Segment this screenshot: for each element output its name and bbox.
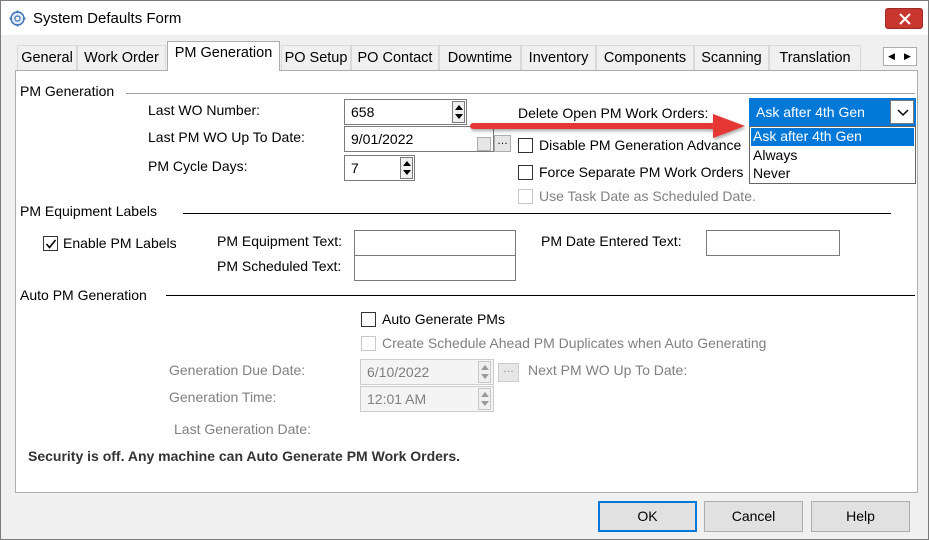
system-defaults-window: System Defaults Form General Work Order … xyxy=(0,0,929,540)
pm-equipment-text-label: PM Equipment Text: xyxy=(217,233,343,249)
generation-due-date-spinner[interactable] xyxy=(478,361,491,383)
generation-time-field[interactable]: 12:01 AM xyxy=(360,386,494,412)
next-pm-wo-up-to-date-label: Next PM WO Up To Date: xyxy=(528,362,688,378)
pm-generation-section-title: PM Generation xyxy=(20,83,115,99)
option-ask-after-4th-gen[interactable]: Ask after 4th Gen xyxy=(751,128,914,146)
help-button[interactable]: Help xyxy=(811,501,910,532)
delete-open-pm-select[interactable]: Ask after 4th Gen xyxy=(749,98,916,126)
tab-pm-generation[interactable]: PM Generation xyxy=(167,41,280,71)
section-divider xyxy=(183,213,891,214)
force-separate-label: Force Separate PM Work Orders xyxy=(539,164,744,180)
security-message: Security is off. Any machine can Auto Ge… xyxy=(28,448,461,464)
chevron-left-icon[interactable]: ◀ xyxy=(888,51,895,62)
last-wo-number-field[interactable]: 658 xyxy=(344,99,467,125)
dropdown-button[interactable] xyxy=(890,100,914,124)
window-title: System Defaults Form xyxy=(33,10,182,27)
close-button[interactable] xyxy=(885,8,923,29)
tab-general[interactable]: General xyxy=(17,45,77,71)
last-wo-number-spinner[interactable] xyxy=(452,101,465,123)
pm-date-entered-text-field[interactable] xyxy=(706,230,840,256)
ellipsis-button[interactable]: … xyxy=(498,363,519,382)
last-pm-wo-date-label: Last PM WO Up To Date: xyxy=(148,129,305,145)
tab-po-setup[interactable]: PO Setup xyxy=(281,45,351,71)
auto-generate-pms-checkbox[interactable] xyxy=(361,312,376,327)
force-separate-checkbox[interactable] xyxy=(518,165,533,180)
use-task-date-checkbox[interactable] xyxy=(518,189,533,204)
tab-scanning[interactable]: Scanning xyxy=(694,45,769,71)
tab-inventory[interactable]: Inventory xyxy=(521,45,596,71)
title-bar: System Defaults Form xyxy=(1,1,928,35)
tab-components[interactable]: Components xyxy=(596,45,694,71)
auto-generate-pms-label: Auto Generate PMs xyxy=(382,311,505,327)
section-divider xyxy=(126,93,915,94)
auto-pm-generation-section-title: Auto PM Generation xyxy=(20,287,147,303)
pm-equipment-text-field[interactable] xyxy=(354,230,516,256)
pm-scheduled-text-field[interactable] xyxy=(354,255,516,281)
tab-pm-generation-label: PM Generation xyxy=(174,45,273,61)
delete-open-pm-options: Ask after 4th Gen Always Never xyxy=(749,126,916,184)
create-schedule-ahead-label: Create Schedule Ahead PM Duplicates when… xyxy=(382,335,767,351)
annotation-arrow-icon xyxy=(470,114,745,138)
option-always[interactable]: Always xyxy=(751,147,914,165)
ok-button[interactable]: OK xyxy=(598,501,697,532)
pm-equipment-labels-section-title: PM Equipment Labels xyxy=(20,203,157,219)
checkmark-icon xyxy=(45,239,57,249)
pm-cycle-days-label: PM Cycle Days: xyxy=(148,158,248,174)
last-wo-number-label: Last WO Number: xyxy=(148,102,261,118)
create-schedule-ahead-checkbox[interactable] xyxy=(361,336,376,351)
pm-scheduled-text-label: PM Scheduled Text: xyxy=(217,258,342,274)
close-icon xyxy=(899,13,911,25)
pm-cycle-days-spinner[interactable] xyxy=(400,157,413,179)
generation-time-spinner[interactable] xyxy=(478,388,491,410)
generation-due-date-field[interactable]: 6/10/2022 xyxy=(360,359,494,385)
option-never[interactable]: Never xyxy=(751,165,914,183)
chevron-down-icon xyxy=(897,109,909,117)
section-divider xyxy=(166,295,915,296)
use-task-date-label: Use Task Date as Scheduled Date. xyxy=(539,188,756,204)
tab-strip: General Work Order PM Generation PO Setu… xyxy=(15,41,881,71)
chevron-right-icon[interactable]: ▶ xyxy=(904,51,911,62)
generation-due-date-label: Generation Due Date: xyxy=(169,362,306,378)
cancel-button[interactable]: Cancel xyxy=(704,501,803,532)
pm-date-entered-text-label: PM Date Entered Text: xyxy=(541,233,682,249)
tab-scroll-buttons[interactable]: ◀ ▶ xyxy=(883,47,917,66)
enable-pm-labels-checkbox[interactable] xyxy=(43,236,58,251)
tab-translation[interactable]: Translation xyxy=(769,45,861,71)
gear-icon xyxy=(9,10,26,27)
last-generation-date-label: Last Generation Date: xyxy=(174,421,311,437)
enable-pm-labels-label: Enable PM Labels xyxy=(63,235,177,251)
tab-po-contact[interactable]: PO Contact xyxy=(351,45,439,71)
tab-downtime[interactable]: Downtime xyxy=(439,45,521,71)
tab-work-order[interactable]: Work Order xyxy=(77,45,166,71)
generation-time-label: Generation Time: xyxy=(169,389,277,405)
delete-open-pm-selected: Ask after 4th Gen xyxy=(756,104,865,120)
